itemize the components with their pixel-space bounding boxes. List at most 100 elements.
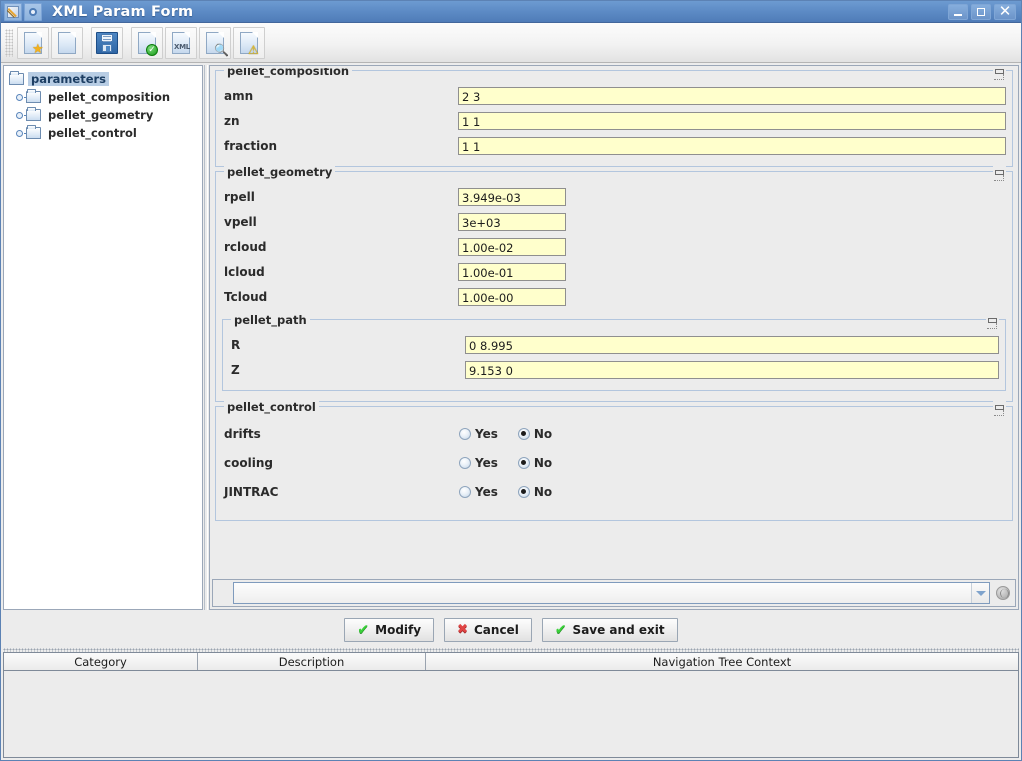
close-button[interactable]: ✕ — [994, 2, 1016, 20]
warnings-button[interactable]: ⚠ — [233, 26, 265, 59]
radio-label: Yes — [475, 455, 498, 470]
rcloud-input[interactable]: 1.00e-02 — [458, 237, 566, 256]
xml-view-button[interactable]: XML — [165, 26, 197, 59]
context-table-body[interactable] — [4, 671, 1018, 757]
document-star-icon: ★ — [24, 31, 44, 56]
radio-label: Yes — [475, 426, 498, 441]
radio-cooling-no[interactable]: No — [517, 456, 552, 470]
tree-node-parameters[interactable]: parameters — [8, 70, 202, 88]
amn-input[interactable]: 2 3 — [458, 86, 1006, 105]
maximize-button[interactable] — [971, 3, 991, 20]
chevron-down-icon[interactable] — [971, 583, 989, 603]
radio-row-drifts: drifts Yes No — [222, 419, 1006, 448]
tree-node-pellet-control[interactable]: pellet_control — [8, 124, 202, 142]
pencil-glyph — [7, 5, 19, 18]
command-action-button[interactable] — [993, 582, 1013, 604]
cancel-button[interactable]: ✖ Cancel — [444, 618, 532, 642]
field-row-amn: amn 2 3 — [222, 83, 1006, 108]
tree-node-label: parameters — [28, 72, 110, 86]
field-row-z: Z 9.153 0 — [229, 357, 999, 382]
column-header-category[interactable]: Category — [4, 653, 198, 670]
preview-button[interactable]: 🔍 — [199, 26, 231, 59]
green-check-icon: ✔ — [357, 622, 370, 638]
magnifier-badge-icon: 🔍 — [214, 42, 229, 57]
collapse-panel-icon[interactable] — [986, 314, 999, 329]
column-header-description[interactable]: Description — [198, 653, 426, 670]
open-document-button[interactable] — [51, 26, 83, 59]
floppy-label — [101, 33, 113, 42]
radio-jintrac-no[interactable]: No — [517, 485, 552, 499]
window-controls: ✕ — [948, 2, 1019, 20]
folder-icon — [26, 107, 41, 121]
floppy-shutter — [102, 43, 112, 52]
tree-node-pellet-composition[interactable]: pellet_composition — [8, 88, 202, 106]
group-pellet-control: pellet_control drifts Yes No cooling Yes… — [215, 400, 1013, 521]
button-label: Cancel — [474, 623, 519, 637]
fraction-input[interactable]: 1 1 — [458, 136, 1006, 155]
modify-button[interactable]: ✔ Modify — [344, 618, 435, 642]
document-xml-icon: XML — [172, 31, 190, 54]
command-combo-value[interactable] — [234, 583, 971, 603]
button-label: Save and exit — [572, 623, 665, 637]
field-row-vpell: vpell 3e+03 — [222, 209, 1006, 234]
field-label: JINTRAC — [224, 484, 279, 499]
expand-handle-icon[interactable] — [12, 129, 29, 137]
field-label: Z — [231, 362, 240, 377]
field-label: zn — [224, 113, 240, 128]
toolbar-drag-handle[interactable] — [5, 28, 13, 57]
tree-node-label: pellet_geometry — [48, 108, 154, 122]
collapse-panel-icon[interactable] — [993, 401, 1006, 416]
tree-node-pellet-geometry[interactable]: pellet_geometry — [8, 106, 202, 124]
field-label: cooling — [224, 455, 273, 470]
group-pellet-geometry: pellet_geometry rpell 3.949e-03 vpell 3e… — [215, 165, 1013, 402]
context-table: Category Description Navigation Tree Con… — [3, 652, 1019, 758]
xml-label-icon: XML — [174, 42, 190, 51]
radio-drifts-no[interactable]: No — [517, 427, 552, 441]
command-combo-box[interactable] — [233, 582, 990, 604]
window-menu-icon[interactable] — [24, 2, 42, 21]
expand-handle-icon[interactable] — [12, 93, 29, 101]
column-header-navigation-tree-context[interactable]: Navigation Tree Context — [426, 653, 1018, 670]
radio-indicator — [459, 456, 471, 469]
new-document-button[interactable]: ★ — [17, 26, 49, 59]
radio-cooling-yes[interactable]: Yes — [459, 456, 498, 470]
application-window: XML Param Form ✕ ★ ✓ XML 🔍 ⚠ parameters … — [0, 0, 1022, 761]
vpell-input[interactable]: 3e+03 — [458, 212, 566, 231]
radio-indicator — [517, 485, 530, 498]
radio-row-jintrac: JINTRAC Yes No — [222, 477, 1006, 506]
pencil-edit-icon[interactable] — [4, 2, 22, 21]
tree-node-label: pellet_composition — [48, 90, 171, 104]
zn-input[interactable]: 1 1 — [458, 111, 1006, 130]
close-icon: ✕ — [998, 2, 1012, 20]
save-and-exit-button[interactable]: ✔ Save and exit — [541, 618, 678, 642]
globe-icon — [996, 586, 1010, 600]
minimize-button[interactable] — [948, 3, 968, 20]
radio-group-jintrac: Yes No — [458, 485, 552, 499]
z-input[interactable]: 9.153 0 — [465, 360, 999, 379]
document-blank-icon — [58, 31, 76, 54]
navigation-tree-panel[interactable]: parameters pellet_composition pellet_geo… — [3, 65, 203, 610]
validate-button[interactable]: ✓ — [131, 26, 163, 59]
radio-indicator — [517, 427, 530, 440]
save-button[interactable] — [91, 26, 123, 59]
rpell-input[interactable]: 3.949e-03 — [458, 187, 566, 206]
warning-badge-icon: ⚠ — [248, 42, 259, 57]
r-input[interactable]: 0 8.995 — [465, 335, 999, 354]
radio-drifts-yes[interactable]: Yes — [459, 427, 498, 441]
field-row-tcloud: Tcloud 1.00e-00 — [222, 284, 1006, 309]
radio-jintrac-yes[interactable]: Yes — [459, 485, 498, 499]
tcloud-input[interactable]: 1.00e-00 — [458, 287, 566, 306]
group-title: pellet_path — [231, 313, 310, 327]
toolbar: ★ ✓ XML 🔍 ⚠ — [1, 23, 1021, 63]
lcloud-input[interactable]: 1.00e-01 — [458, 262, 566, 281]
folder-icon — [26, 125, 41, 139]
command-bar — [212, 579, 1016, 607]
radio-group-cooling: Yes No — [458, 456, 552, 470]
collapse-panel-icon[interactable] — [993, 166, 1006, 181]
floppy-disk-icon — [96, 31, 118, 54]
split-pane-divider[interactable] — [203, 65, 209, 610]
expand-handle-icon[interactable] — [12, 111, 29, 119]
group-pellet-composition: pellet_composition amn 2 3 zn 1 1 fracti… — [215, 68, 1013, 167]
collapse-panel-icon[interactable] — [993, 68, 1006, 80]
field-row-zn: zn 1 1 — [222, 108, 1006, 133]
